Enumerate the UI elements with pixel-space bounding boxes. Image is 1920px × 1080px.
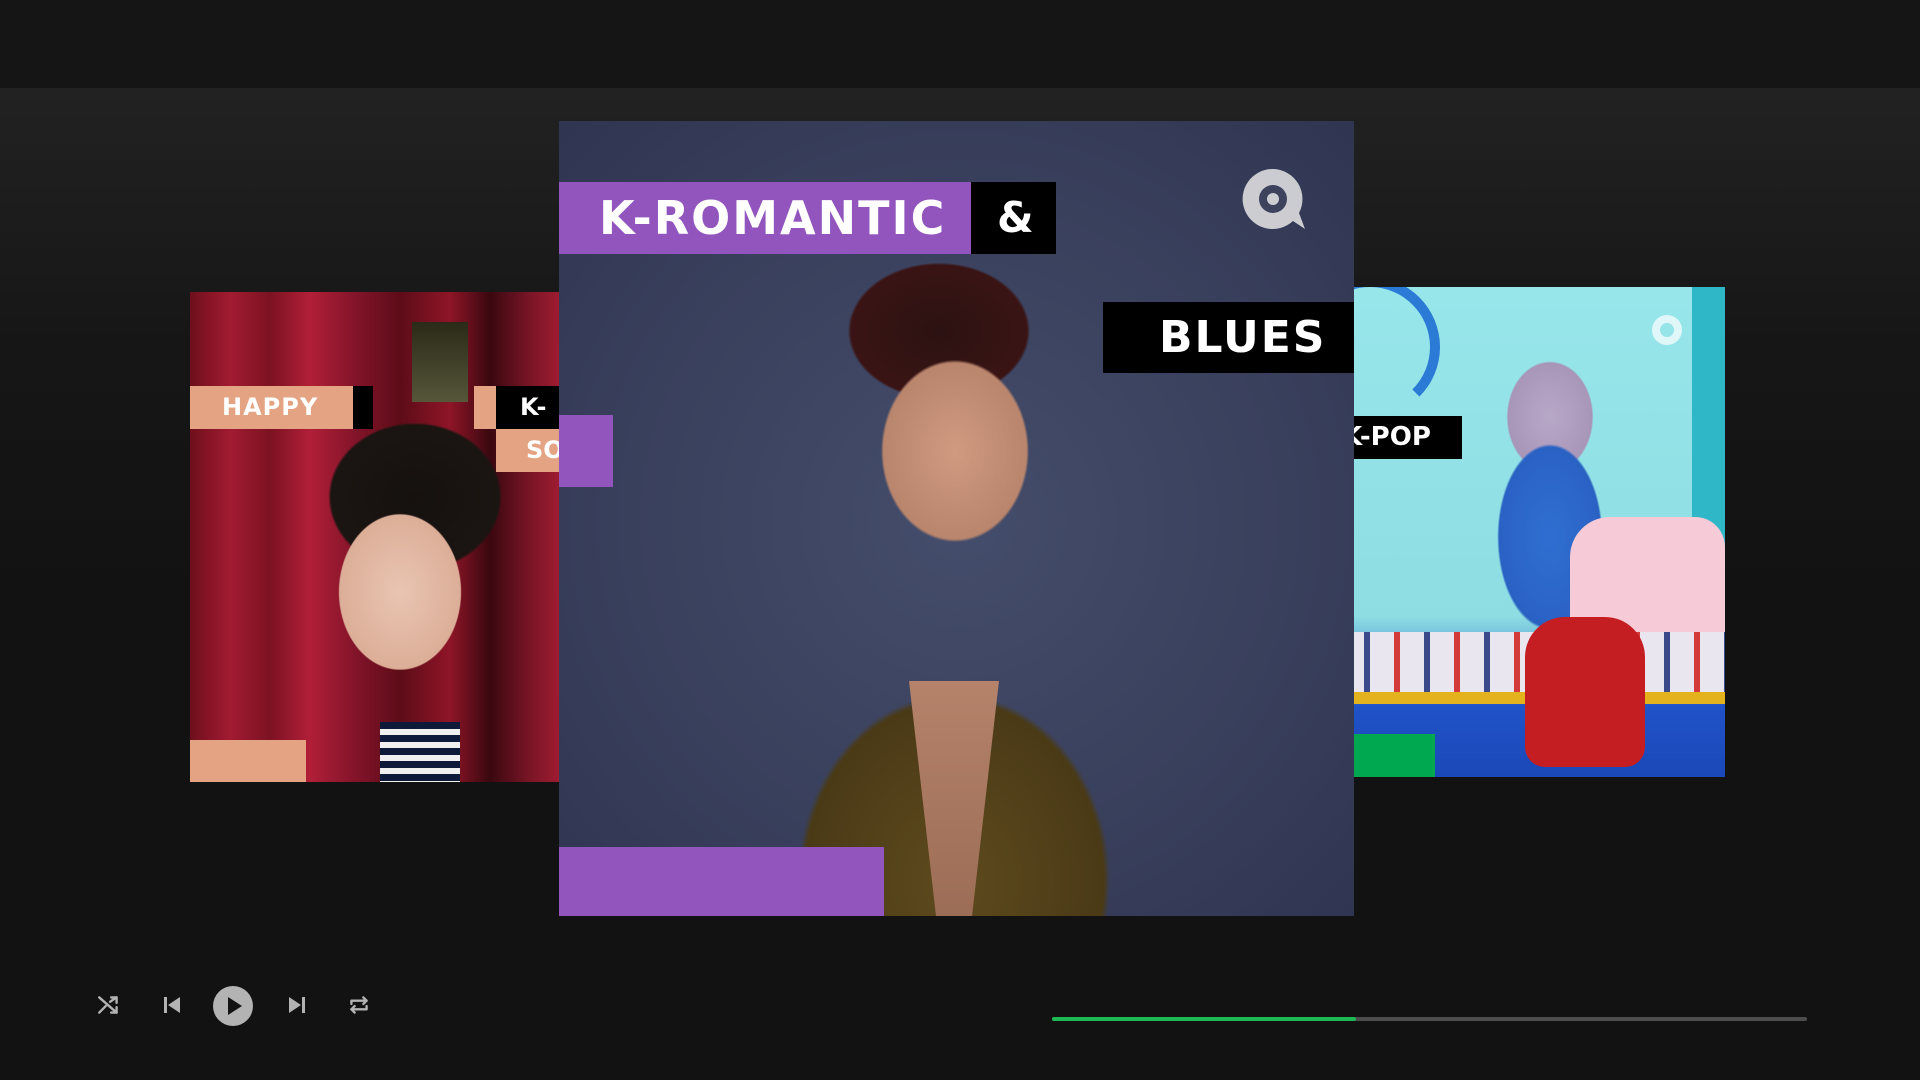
- playlist-brand-logo-icon: [1242, 168, 1305, 229]
- cover-red-boots: [1525, 617, 1645, 767]
- cover-label-ampersand: &: [971, 182, 1056, 254]
- repeat-icon: [350, 996, 368, 1014]
- playlist-cover-photo: [190, 292, 560, 782]
- cover-accent-block: [559, 847, 884, 916]
- playlist-card-k-pop[interactable]: K-POP: [1340, 287, 1725, 777]
- repeat-button[interactable]: [344, 990, 374, 1020]
- cover-accent-block: [190, 740, 306, 782]
- top-bar: [0, 0, 1920, 88]
- cover-striped-shirt: [380, 722, 460, 782]
- cover-accent-block: [1340, 734, 1435, 777]
- playlist-card-k-romantic-and-blues[interactable]: K-ROMANTIC & BLUES: [559, 121, 1354, 916]
- cover-accent-block: [474, 386, 496, 429]
- shuffle-button[interactable]: [94, 990, 124, 1020]
- cover-background-window: [412, 322, 468, 402]
- next-track-button[interactable]: [282, 990, 312, 1020]
- playback-progress-bar[interactable]: [1052, 1017, 1807, 1021]
- skip-next-icon: [289, 997, 305, 1013]
- cover-label-k-pop: K-POP: [1340, 416, 1462, 459]
- cover-label-k: K-: [496, 386, 560, 429]
- shuffle-icon: [98, 996, 118, 1014]
- cover-label-blues: BLUES: [1103, 302, 1354, 373]
- cover-label-so: SO: [496, 429, 560, 472]
- cover-label-k-romantic: K-ROMANTIC: [559, 182, 971, 254]
- playback-progress-fill: [1052, 1017, 1357, 1021]
- cover-accent-block: [353, 386, 373, 429]
- play-icon: [213, 986, 253, 1026]
- cover-label-happy: HAPPY: [190, 386, 353, 429]
- playlist-brand-logo-icon: [1652, 315, 1682, 345]
- playlist-card-happy-k-songs[interactable]: HAPPY K- SO: [190, 292, 560, 782]
- music-player-app: HAPPY K- SO K-POP K-ROMANTIC & BLUES: [0, 0, 1920, 1080]
- skip-previous-icon: [164, 997, 180, 1013]
- previous-track-button[interactable]: [157, 990, 187, 1020]
- play-button[interactable]: [212, 985, 254, 1027]
- cover-accent-block: [559, 415, 613, 487]
